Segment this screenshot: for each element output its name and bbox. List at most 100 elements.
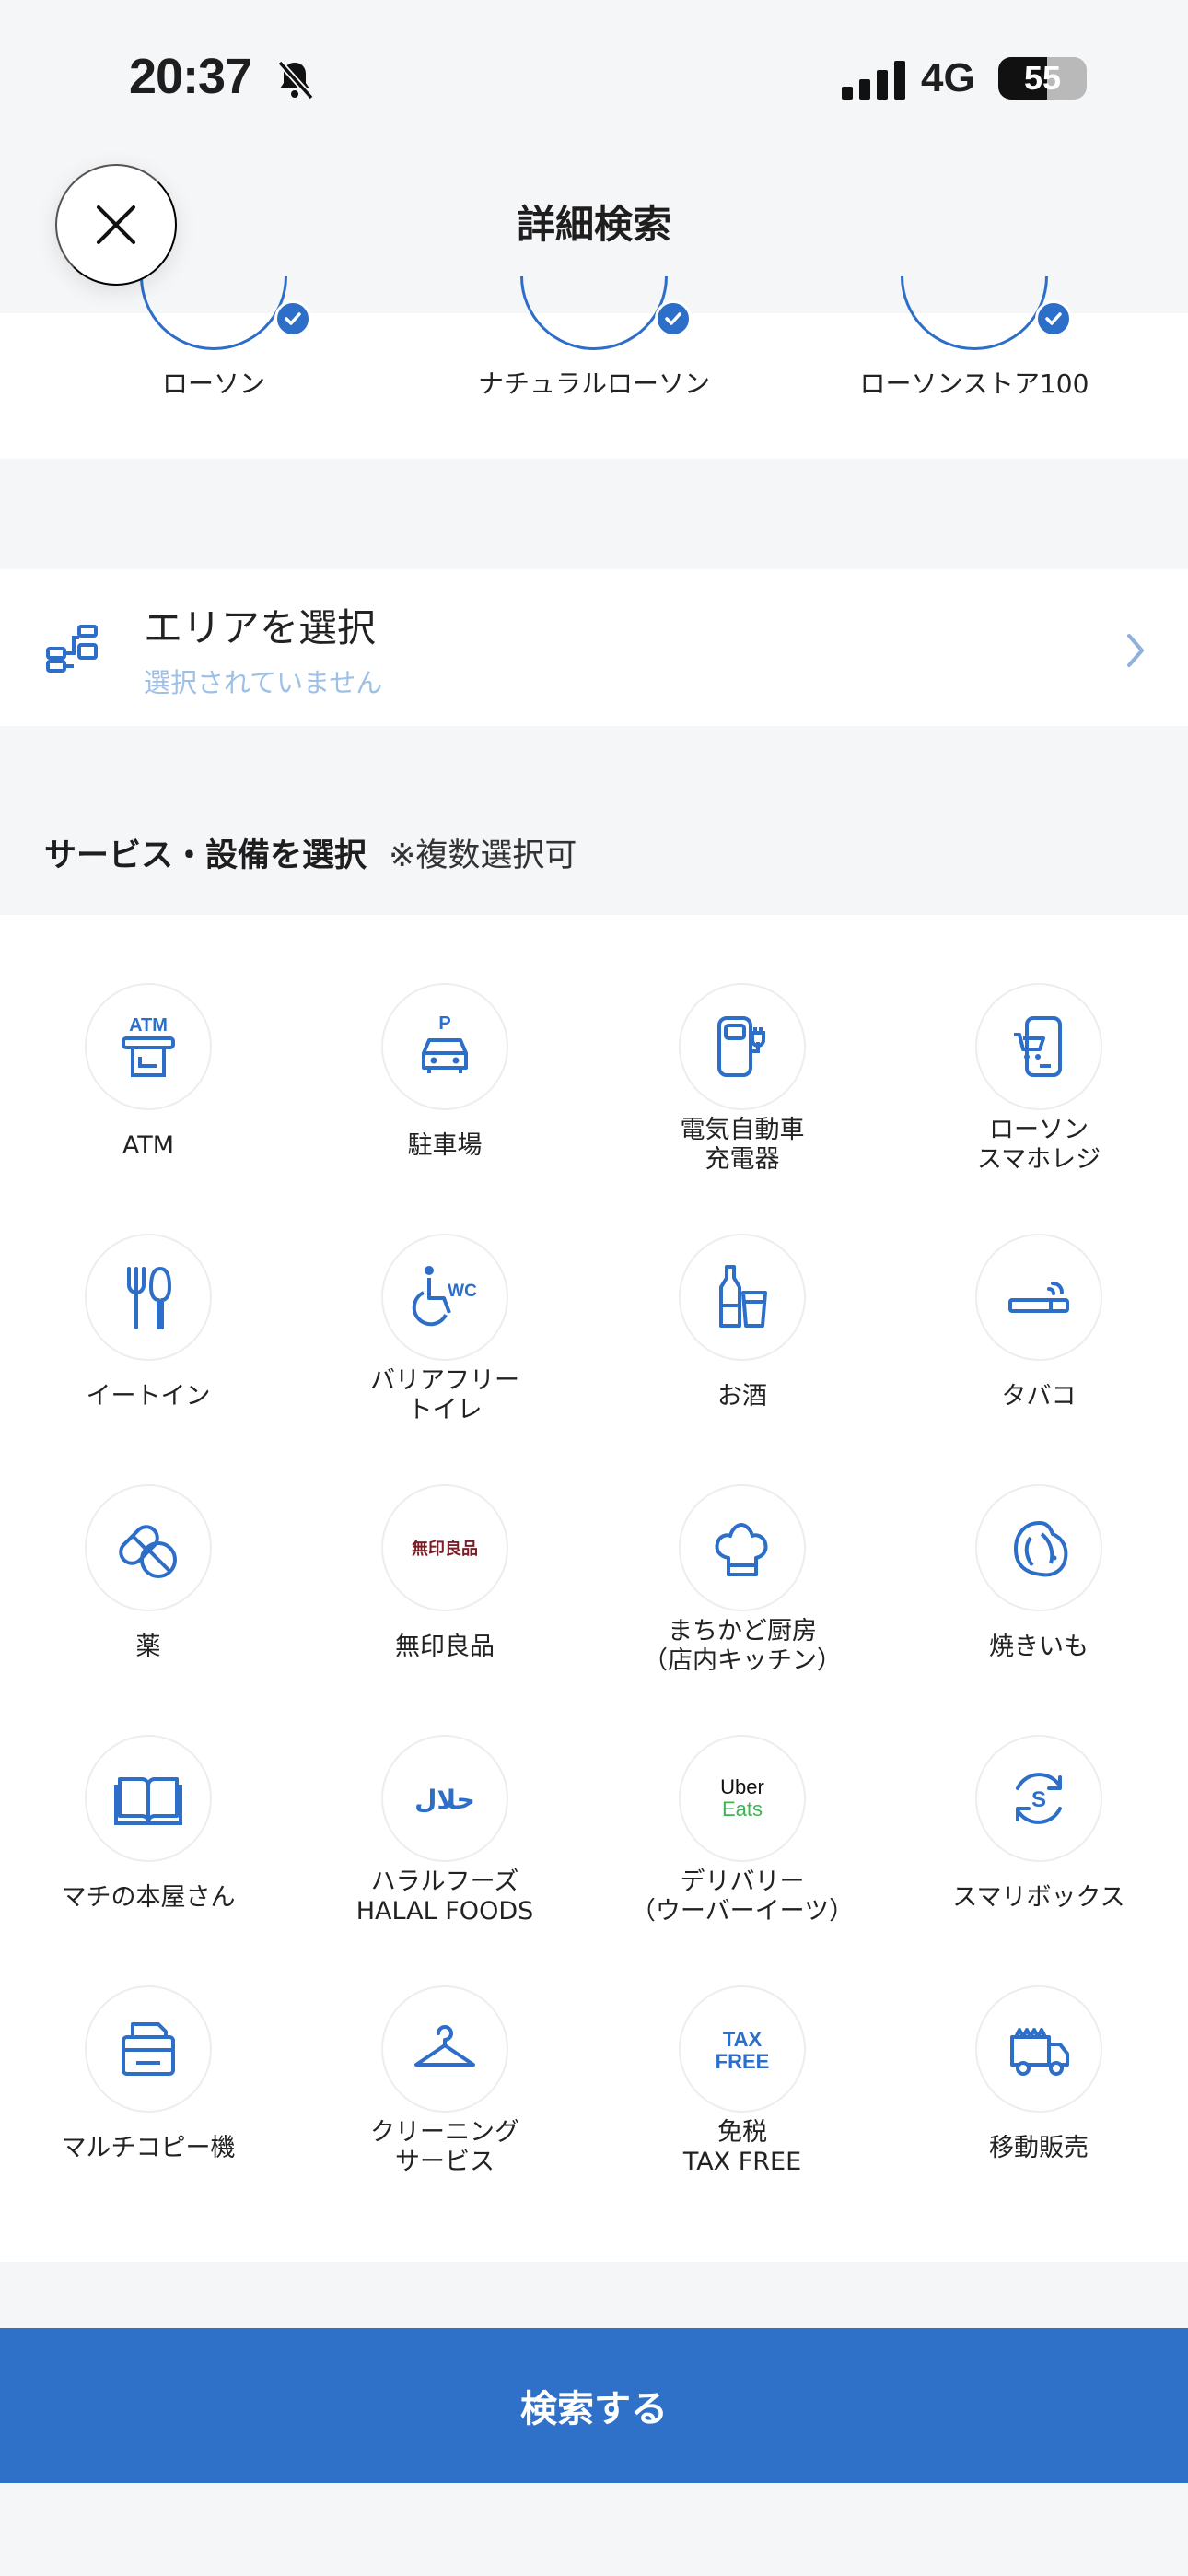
sweet-potato-icon <box>1013 1520 1068 1577</box>
close-button[interactable] <box>55 164 177 286</box>
service-icon-circle <box>679 1484 806 1611</box>
service-icon-circle <box>85 1484 212 1611</box>
service-icon-circle <box>975 1484 1102 1611</box>
svg-text:S: S <box>1031 1787 1046 1812</box>
ev-charger-icon <box>717 1016 765 1077</box>
service-kitchen[interactable]: まちかど厨房 （店内キッチン） <box>594 1416 891 1675</box>
service-mobile-sales[interactable]: 移動販売 <box>891 1917 1187 2168</box>
service-icon-circle: TAX FREE <box>679 1985 806 2113</box>
chevron-right-icon <box>1127 634 1144 667</box>
brand-name: ナチュラルローソン <box>477 369 710 399</box>
accessible-toilet-icon: WC <box>412 1266 477 1327</box>
service-icon-circle <box>975 1234 1102 1361</box>
service-atm[interactable]: ATM ATM <box>0 915 297 1165</box>
service-label: クリーニング サービス <box>370 2118 519 2176</box>
service-label: 移動販売 <box>989 2134 1089 2162</box>
muji-logo-icon: 無印良品 <box>412 1539 478 1559</box>
area-map-icon <box>46 625 98 673</box>
service-label: タバコ <box>1001 1382 1077 1411</box>
service-icon-circle <box>975 1985 1102 2113</box>
brand-logo-circle <box>520 276 668 350</box>
service-ev-charger[interactable]: 電気自動車 充電器 <box>594 915 891 1174</box>
svg-text:حلال: حلال <box>414 1785 475 1815</box>
check-icon <box>655 300 692 337</box>
area-value: 選択されていません <box>144 667 383 698</box>
check-icon <box>274 300 311 337</box>
service-icon-circle <box>679 1234 806 1361</box>
brand-name: ローソン <box>161 369 265 399</box>
service-smari-box[interactable]: S スマリボックス <box>891 1667 1187 1917</box>
smartphone-register-icon <box>1014 1016 1062 1077</box>
svg-text:ATM: ATM <box>129 1015 168 1036</box>
alcohol-icon <box>719 1265 767 1328</box>
service-label: お酒 <box>717 1382 767 1411</box>
service-muji[interactable]: 無印良品 無印良品 <box>297 1416 593 1667</box>
chef-hat-icon <box>715 1523 768 1576</box>
svg-text:P: P <box>438 1013 450 1034</box>
service-icon-circle: حلال <box>381 1735 508 1862</box>
tobacco-icon <box>1008 1282 1069 1313</box>
medicine-icon <box>119 1525 177 1578</box>
service-parking[interactable]: P 駐車場 <box>297 915 593 1165</box>
service-label: 免税 TAX FREE <box>682 2118 802 2176</box>
tax-free-icon: TAX FREE <box>716 2028 770 2073</box>
service-icon-circle: WC <box>381 1234 508 1361</box>
service-eat-in[interactable]: イートイン <box>0 1165 297 1416</box>
service-icon-circle <box>85 1985 212 2113</box>
service-label: 焼きいも <box>989 1633 1089 1661</box>
battery-level: 55 <box>1023 59 1062 97</box>
eat-in-icon <box>127 1267 171 1329</box>
search-button[interactable]: 検索する <box>0 2328 1188 2483</box>
service-alcohol[interactable]: お酒 <box>594 1165 891 1416</box>
service-sweet-potato[interactable]: 焼きいも <box>891 1416 1187 1667</box>
service-halal[interactable]: حلال ハラルフーズ HALAL FOODS <box>297 1667 593 1926</box>
service-label: スマリボックス <box>952 1883 1125 1912</box>
halal-icon: حلال <box>414 1785 475 1815</box>
svg-text:WC: WC <box>448 1282 477 1301</box>
page-title: 詳細検索 <box>516 202 671 247</box>
service-cleaning[interactable]: クリーニング サービス <box>297 1917 593 2176</box>
services-grid: ATM ATM P 駐車場 電気自動車 充電器 ローソン スマホレジ イートイン… <box>0 915 1188 2262</box>
service-icon-circle <box>85 1735 212 1862</box>
status-time: 20:37 <box>129 49 252 104</box>
brand-name: ローソンストア100 <box>859 369 1089 399</box>
svg-text:無印良品: 無印良品 <box>412 1539 478 1559</box>
mobile-sales-truck-icon <box>1010 2028 1069 2076</box>
service-multi-copy[interactable]: マルチコピー機 <box>0 1917 297 2168</box>
service-label: マルチコピー機 <box>61 2134 236 2162</box>
service-icon-circle: S <box>975 1735 1102 1862</box>
service-tobacco[interactable]: タバコ <box>891 1165 1187 1416</box>
service-tax-free[interactable]: TAX FREE 免税 TAX FREE <box>594 1917 891 2176</box>
services-note: ※複数選択可 <box>389 837 577 874</box>
brand-logo-circle <box>140 276 287 350</box>
service-label: イートイン <box>86 1382 211 1411</box>
area-title: エリアを選択 <box>144 605 377 650</box>
close-icon <box>97 205 135 244</box>
battery-tip <box>1077 72 1084 87</box>
services-title: サービス・設備を選択 <box>44 837 367 874</box>
service-medicine[interactable]: 薬 <box>0 1416 297 1667</box>
network-type: 4G <box>921 55 975 100</box>
uber-eats-logo-icon: Uber Eats <box>720 1775 764 1821</box>
svg-text:Eats: Eats <box>722 1797 763 1821</box>
service-accessible-toilet[interactable]: WC バリアフリー トイレ <box>297 1165 593 1424</box>
service-icon-circle: ATM <box>85 983 212 1110</box>
service-smartphone-register[interactable]: ローソン スマホレジ <box>891 915 1187 1174</box>
service-label: マチの本屋さん <box>61 1883 236 1912</box>
service-delivery[interactable]: Uber Eats デリバリー （ウーバーイーツ） <box>594 1667 891 1926</box>
hanger-icon <box>414 2025 475 2067</box>
service-icon-circle: Uber Eats <box>679 1735 806 1862</box>
service-icon-circle: 無印良品 <box>381 1484 508 1611</box>
parking-icon: P <box>422 1013 468 1073</box>
battery-icon: 55 <box>998 57 1087 100</box>
service-label: ATM <box>122 1131 175 1160</box>
atm-icon: ATM <box>122 1015 175 1077</box>
service-label: 薬 <box>135 1633 161 1661</box>
service-icon-circle <box>381 1985 508 2113</box>
area-select-row[interactable]: エリアを選択 選択されていません <box>0 569 1188 726</box>
service-label: 駐車場 <box>407 1131 483 1160</box>
check-icon <box>1035 300 1072 337</box>
svg-text:Uber: Uber <box>720 1775 764 1798</box>
service-icon-circle <box>85 1234 212 1361</box>
service-bookstore[interactable]: マチの本屋さん <box>0 1667 297 1917</box>
